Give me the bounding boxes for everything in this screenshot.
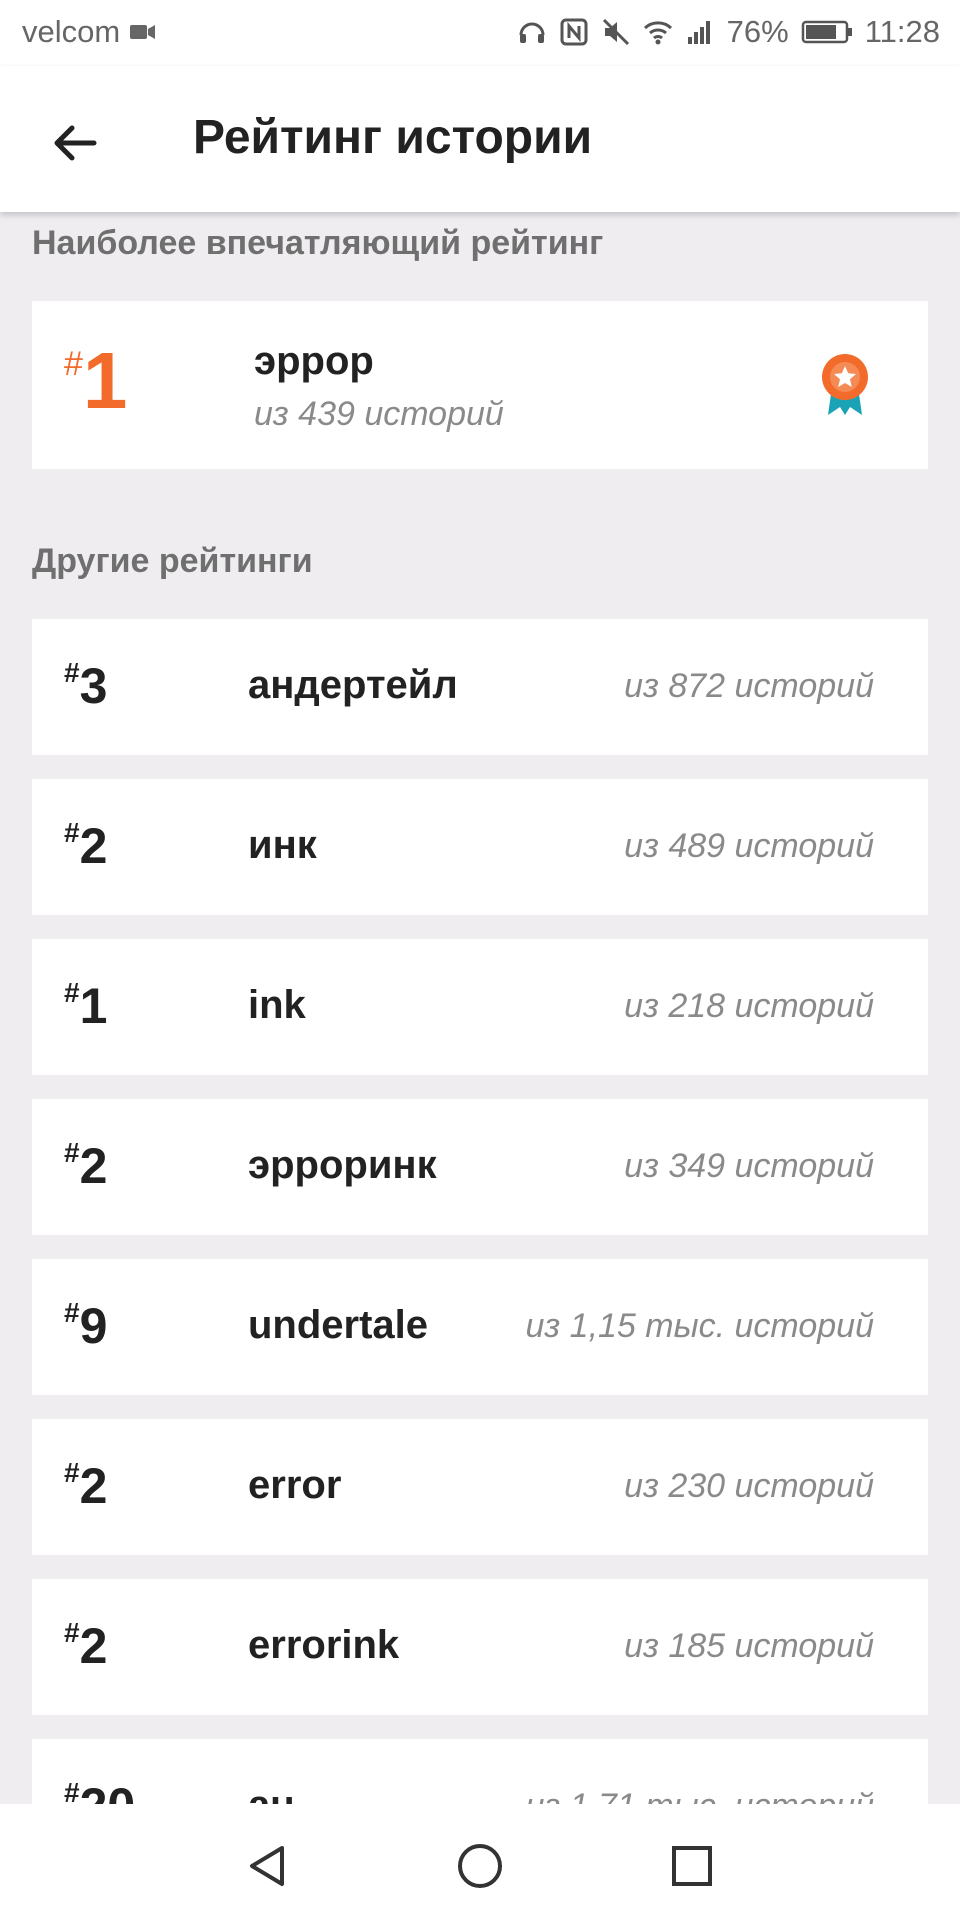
- row-rank: #3: [64, 657, 108, 714]
- ranking-row[interactable]: #9 undertale из 1,15 тыс. историй: [32, 1259, 928, 1395]
- rank-number: 2: [79, 1458, 108, 1514]
- status-bar: velcom 76% 11:28: [0, 0, 960, 66]
- rank-number: 2: [79, 1138, 108, 1194]
- row-count: из 872 историй: [624, 667, 874, 705]
- row-count: из 218 историй: [624, 987, 874, 1025]
- row-count: из 349 историй: [624, 1147, 874, 1185]
- rank-hash: #: [64, 1137, 80, 1168]
- row-tag: андертейл: [248, 663, 458, 707]
- row-tag: errorink: [248, 1623, 400, 1667]
- row-rank: #9: [64, 1297, 108, 1354]
- ranking-content[interactable]: Наиболее впечатляющий рейтинг #1 эррор и…: [0, 212, 960, 1804]
- row-tag: error: [248, 1463, 342, 1507]
- rank-hash: #: [64, 1457, 80, 1488]
- featured-rank: #1: [64, 341, 127, 421]
- row-tag: undertale: [248, 1303, 429, 1347]
- section-label-top: Наиболее впечатляющий рейтинг: [32, 224, 604, 262]
- rank-number: 1: [82, 336, 128, 425]
- nav-back-icon[interactable]: [244, 1842, 292, 1890]
- rank-number: 2: [79, 818, 108, 874]
- ranking-row[interactable]: #2 error из 230 историй: [32, 1419, 928, 1555]
- rank-number: 20: [80, 1778, 136, 1804]
- ranking-row[interactable]: #20 au из 1,71 тыс. историй: [32, 1739, 928, 1804]
- video-camera-icon: [130, 25, 156, 39]
- rank-number: 3: [79, 658, 108, 714]
- row-rank: #2: [64, 1137, 108, 1194]
- arrow-back-icon: [54, 125, 97, 161]
- rank-hash: #: [64, 345, 83, 383]
- battery-icon: [801, 20, 852, 44]
- ranking-row[interactable]: #2 эрроринк из 349 историй: [32, 1099, 928, 1235]
- row-count: из 230 историй: [624, 1467, 874, 1505]
- row-count: из 489 историй: [624, 827, 874, 865]
- nav-home-icon[interactable]: [456, 1842, 504, 1890]
- rank-hash: #: [64, 657, 80, 688]
- row-rank: #2: [64, 817, 108, 874]
- back-button[interactable]: [40, 108, 110, 178]
- system-nav-bar: [0, 1804, 960, 1920]
- muted-speaker-icon: [602, 18, 629, 46]
- ranking-row[interactable]: #2 инк из 489 историй: [32, 779, 928, 915]
- app-bar: Рейтинг истории: [0, 66, 960, 212]
- section-label-other: Другие рейтинги: [32, 542, 313, 580]
- rank-hash: #: [64, 1777, 80, 1804]
- featured-count: из 439 историй: [254, 395, 504, 433]
- row-rank: #1: [64, 977, 108, 1034]
- rank-hash: #: [64, 817, 80, 848]
- signal-icon: [687, 21, 710, 44]
- carrier-name: velcom: [22, 14, 121, 49]
- row-rank: #2: [64, 1457, 108, 1514]
- row-rank: #2: [64, 1617, 108, 1674]
- row-tag: au: [248, 1783, 295, 1804]
- nfc-icon: [560, 18, 588, 46]
- rank-hash: #: [64, 1617, 80, 1648]
- nav-recents-icon[interactable]: [668, 1842, 716, 1890]
- rank-hash: #: [64, 977, 80, 1008]
- medal-star-icon: [822, 354, 868, 415]
- rank-number: 9: [79, 1298, 108, 1354]
- row-tag: инк: [248, 823, 317, 867]
- rank-number: 1: [79, 978, 108, 1034]
- ranking-row[interactable]: #1 ink из 218 историй: [32, 939, 928, 1075]
- page-title: Рейтинг истории: [193, 111, 593, 164]
- row-rank: #20: [64, 1777, 136, 1804]
- featured-tag: эррор: [254, 339, 374, 383]
- row-count: из 1,15 тыс. историй: [525, 1307, 875, 1345]
- wifi-icon: [643, 21, 672, 45]
- row-tag: ink: [248, 983, 306, 1027]
- headphones-icon: [519, 22, 545, 43]
- ranking-row[interactable]: #3 андертейл из 872 историй: [32, 619, 928, 755]
- rank-hash: #: [64, 1297, 80, 1328]
- row-count: из 185 историй: [624, 1627, 874, 1665]
- row-tag: эрроринк: [248, 1143, 437, 1187]
- battery-percent: 76%: [726, 14, 789, 49]
- ranking-row[interactable]: #2 errorink из 185 историй: [32, 1579, 928, 1715]
- featured-ranking-card[interactable]: #1 эррор из 439 историй: [32, 301, 928, 469]
- rank-number: 2: [79, 1618, 108, 1674]
- clock: 11:28: [864, 14, 940, 49]
- row-count: из 1,71 тыс. историй: [526, 1787, 875, 1804]
